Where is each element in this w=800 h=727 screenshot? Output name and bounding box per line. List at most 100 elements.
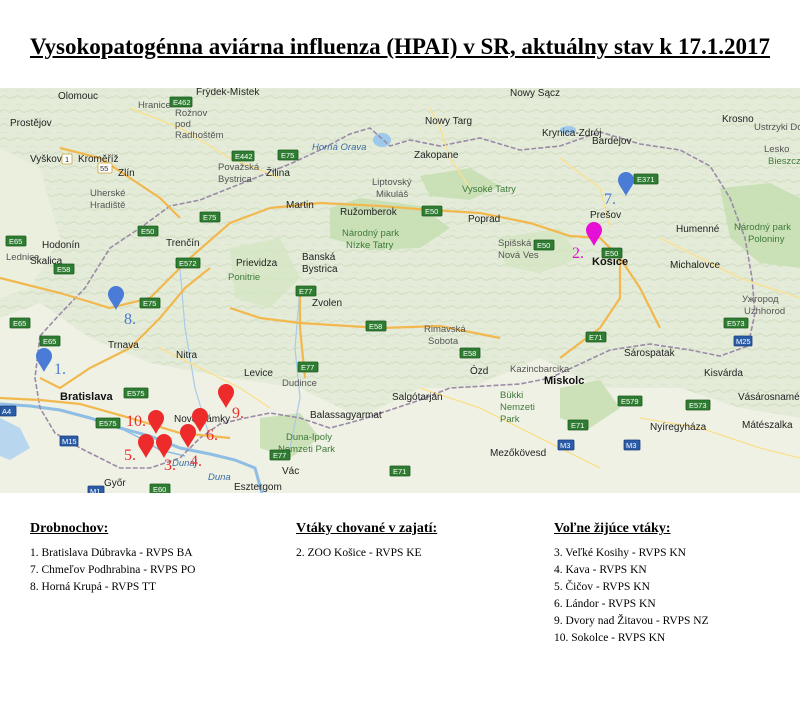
svg-text:E58: E58 <box>369 322 382 331</box>
svg-text:E65: E65 <box>43 337 56 346</box>
svg-text:Olomouc: Olomouc <box>58 91 98 102</box>
svg-text:E58: E58 <box>57 265 70 274</box>
svg-text:Uherské: Uherské <box>90 188 125 199</box>
svg-text:Nitra: Nitra <box>176 350 198 361</box>
svg-text:Kisvárda: Kisvárda <box>704 368 743 379</box>
svg-text:Duna: Duna <box>208 472 231 483</box>
legend-volne: Voľne žijúce vtáky: 3. Veľké Kosihy - RV… <box>554 520 709 647</box>
svg-text:Mátészalka: Mátészalka <box>742 420 793 431</box>
marker-label-1: 1. <box>54 361 66 378</box>
svg-text:E573: E573 <box>689 401 707 410</box>
svg-text:Národný park: Národný park <box>342 228 399 239</box>
svg-text:E75: E75 <box>281 151 294 160</box>
svg-text:Ужгород: Ужгород <box>742 294 779 305</box>
legend-heading-zajatie: Vtáky chované v zajatí: <box>296 521 438 536</box>
legend-heading-volne: Voľne žijúce vtáky: <box>554 521 671 536</box>
svg-text:Rimavská: Rimavská <box>424 324 466 335</box>
svg-text:Vác: Vác <box>282 466 299 477</box>
svg-text:Radhoštěm: Radhoštěm <box>175 130 224 141</box>
svg-text:Sárospatak: Sárospatak <box>624 348 676 359</box>
svg-text:Bystrica: Bystrica <box>218 174 253 185</box>
svg-text:Národný park: Národný park <box>734 222 791 233</box>
svg-text:Nemzeti: Nemzeti <box>500 402 535 413</box>
marker-label-6: 6. <box>206 427 218 444</box>
svg-text:E65: E65 <box>9 237 22 246</box>
svg-text:Uzhhorod: Uzhhorod <box>744 306 785 317</box>
svg-text:Humenné: Humenné <box>676 224 720 235</box>
svg-text:M15: M15 <box>62 437 77 446</box>
svg-text:Győr: Győr <box>104 478 126 489</box>
map-canvas[interactable]: Olomouc Prostějov Vyškov Kroměříž Zlín U… <box>0 88 800 493</box>
legend-item: 8. Horná Krupá - RVPS TT <box>30 581 156 593</box>
svg-text:Lednice: Lednice <box>6 252 39 263</box>
svg-text:Nowy Targ: Nowy Targ <box>425 116 472 127</box>
svg-text:Banská: Banská <box>302 252 336 263</box>
svg-text:Salgótarján: Salgótarján <box>392 392 443 403</box>
svg-text:E572: E572 <box>179 259 197 268</box>
svg-text:Vysoké Tatry: Vysoké Tatry <box>462 184 516 195</box>
svg-text:Prostějov: Prostějov <box>10 118 52 129</box>
svg-text:A4: A4 <box>2 407 11 416</box>
marker-label-10: 10. <box>126 413 146 430</box>
svg-text:55: 55 <box>100 164 108 173</box>
svg-text:Prešov: Prešov <box>590 210 621 221</box>
svg-text:Michalovce: Michalovce <box>670 260 720 271</box>
svg-text:Ružomberok: Ružomberok <box>340 207 398 218</box>
legend-item: 5. Čičov - RVPS KN <box>554 581 650 593</box>
svg-text:E575: E575 <box>127 389 145 398</box>
svg-text:Bratislava: Bratislava <box>60 391 113 403</box>
svg-text:Mikuláš: Mikuláš <box>376 189 408 200</box>
svg-text:E65: E65 <box>13 319 26 328</box>
svg-text:Kazincbarcika: Kazincbarcika <box>510 364 570 375</box>
svg-text:E71: E71 <box>571 421 584 430</box>
legend-item: 2. ZOO Košice - RVPS KE <box>296 547 422 559</box>
legend-item: 9. Dvory nad Žitavou - RVPS NZ <box>554 615 709 627</box>
svg-text:Levice: Levice <box>244 368 273 379</box>
svg-text:Frýdek-Místek: Frýdek-Místek <box>196 88 260 98</box>
svg-text:Ustrzyki Doln: Ustrzyki Doln <box>754 122 800 133</box>
svg-text:E71: E71 <box>393 467 406 476</box>
marker-label-8: 8. <box>124 311 136 328</box>
svg-text:Hranice: Hranice <box>138 100 171 111</box>
svg-text:E50: E50 <box>537 241 550 250</box>
svg-text:Prievidza: Prievidza <box>236 258 278 269</box>
svg-text:Rožnov: Rožnov <box>175 108 207 119</box>
svg-text:Bükki: Bükki <box>500 390 523 401</box>
svg-text:Dudince: Dudince <box>282 378 317 389</box>
marker-label-5: 5. <box>124 447 136 464</box>
svg-text:Nyíregyháza: Nyíregyháza <box>650 422 707 433</box>
svg-text:E75: E75 <box>143 299 156 308</box>
svg-text:Poloniny: Poloniny <box>748 234 785 245</box>
svg-text:M3: M3 <box>560 441 570 450</box>
svg-text:E50: E50 <box>425 207 438 216</box>
svg-text:Nízke Tatry: Nízke Tatry <box>346 240 394 251</box>
svg-text:Zlín: Zlín <box>118 168 135 179</box>
legend-zajatie: Vtáky chované v zajatí: 2. ZOO Košice - … <box>296 520 437 562</box>
legend-drobnochov: Drobnochov: 1. Bratislava Dúbravka - RVP… <box>30 520 195 596</box>
svg-text:Krosno: Krosno <box>722 114 754 125</box>
legend-item: 3. Veľké Kosihy - RVPS KN <box>554 547 686 559</box>
svg-text:Považská: Považská <box>218 162 260 173</box>
svg-text:Ponitrie: Ponitrie <box>228 272 260 283</box>
svg-text:Duna-Ipoly: Duna-Ipoly <box>286 432 332 443</box>
svg-text:E50: E50 <box>141 227 154 236</box>
svg-text:Žilina: Žilina <box>266 166 290 179</box>
page-title: Vysokopatogénna aviárna influenza (HPAI)… <box>30 34 770 59</box>
legend-item: 7. Chmeľov Podhrabina - RVPS PO <box>30 564 196 576</box>
legend-item: 4. Kava - RVPS KN <box>554 564 647 576</box>
map[interactable]: Olomouc Prostějov Vyškov Kroměříž Zlín U… <box>0 88 800 493</box>
svg-text:Hodonín: Hodonín <box>42 240 80 251</box>
svg-text:E579: E579 <box>621 397 639 406</box>
svg-text:E462: E462 <box>173 98 191 107</box>
svg-text:Vyškov: Vyškov <box>30 154 62 165</box>
svg-text:Balassagyarmat: Balassagyarmat <box>310 410 382 421</box>
svg-text:E60: E60 <box>153 485 166 493</box>
svg-text:Lesko: Lesko <box>764 144 789 155</box>
svg-text:Bieszcza: Bieszcza <box>768 156 800 167</box>
svg-text:Ózd: Ózd <box>470 364 488 377</box>
svg-text:pod: pod <box>175 119 191 130</box>
svg-text:Sobota: Sobota <box>428 336 459 347</box>
legend-item: 6. Lándor - RVPS KN <box>554 598 656 610</box>
marker-label-9: 9. <box>232 405 244 422</box>
svg-text:Esztergom: Esztergom <box>234 482 282 493</box>
